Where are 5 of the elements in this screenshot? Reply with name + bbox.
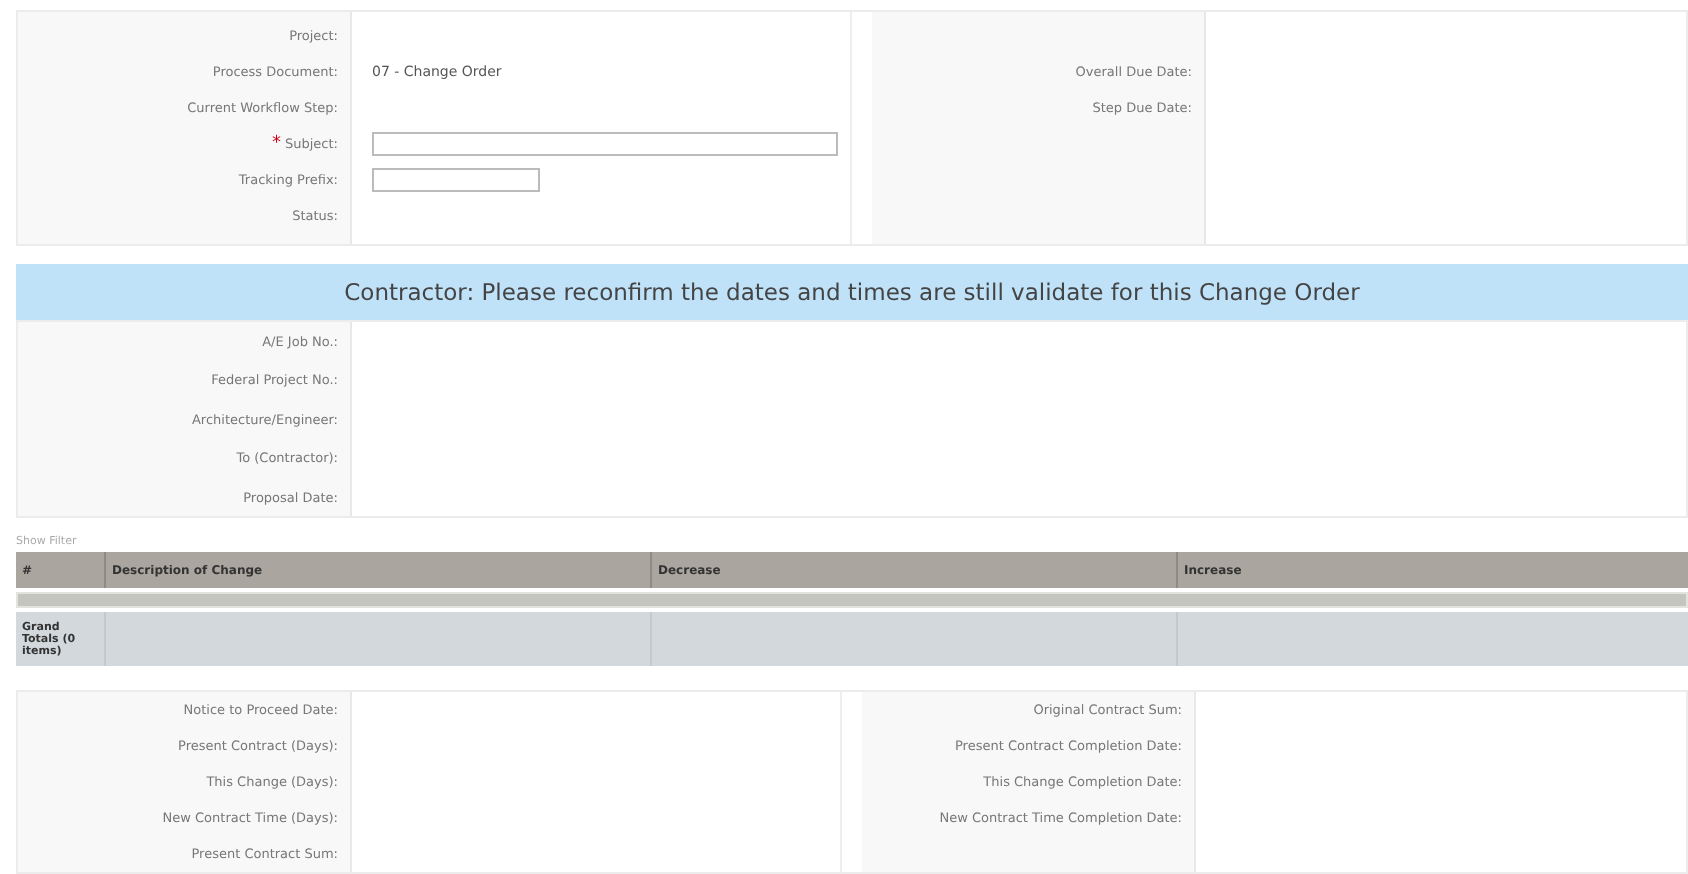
subject-field[interactable]: [372, 132, 838, 156]
horizontal-scrollbar[interactable]: [16, 592, 1688, 609]
required-icon: *: [272, 134, 281, 154]
input-field[interactable]: [372, 168, 540, 192]
notice-banner: Contractor: Please reconfirm the dates and times are still validate for this Change Order: [16, 264, 1688, 320]
